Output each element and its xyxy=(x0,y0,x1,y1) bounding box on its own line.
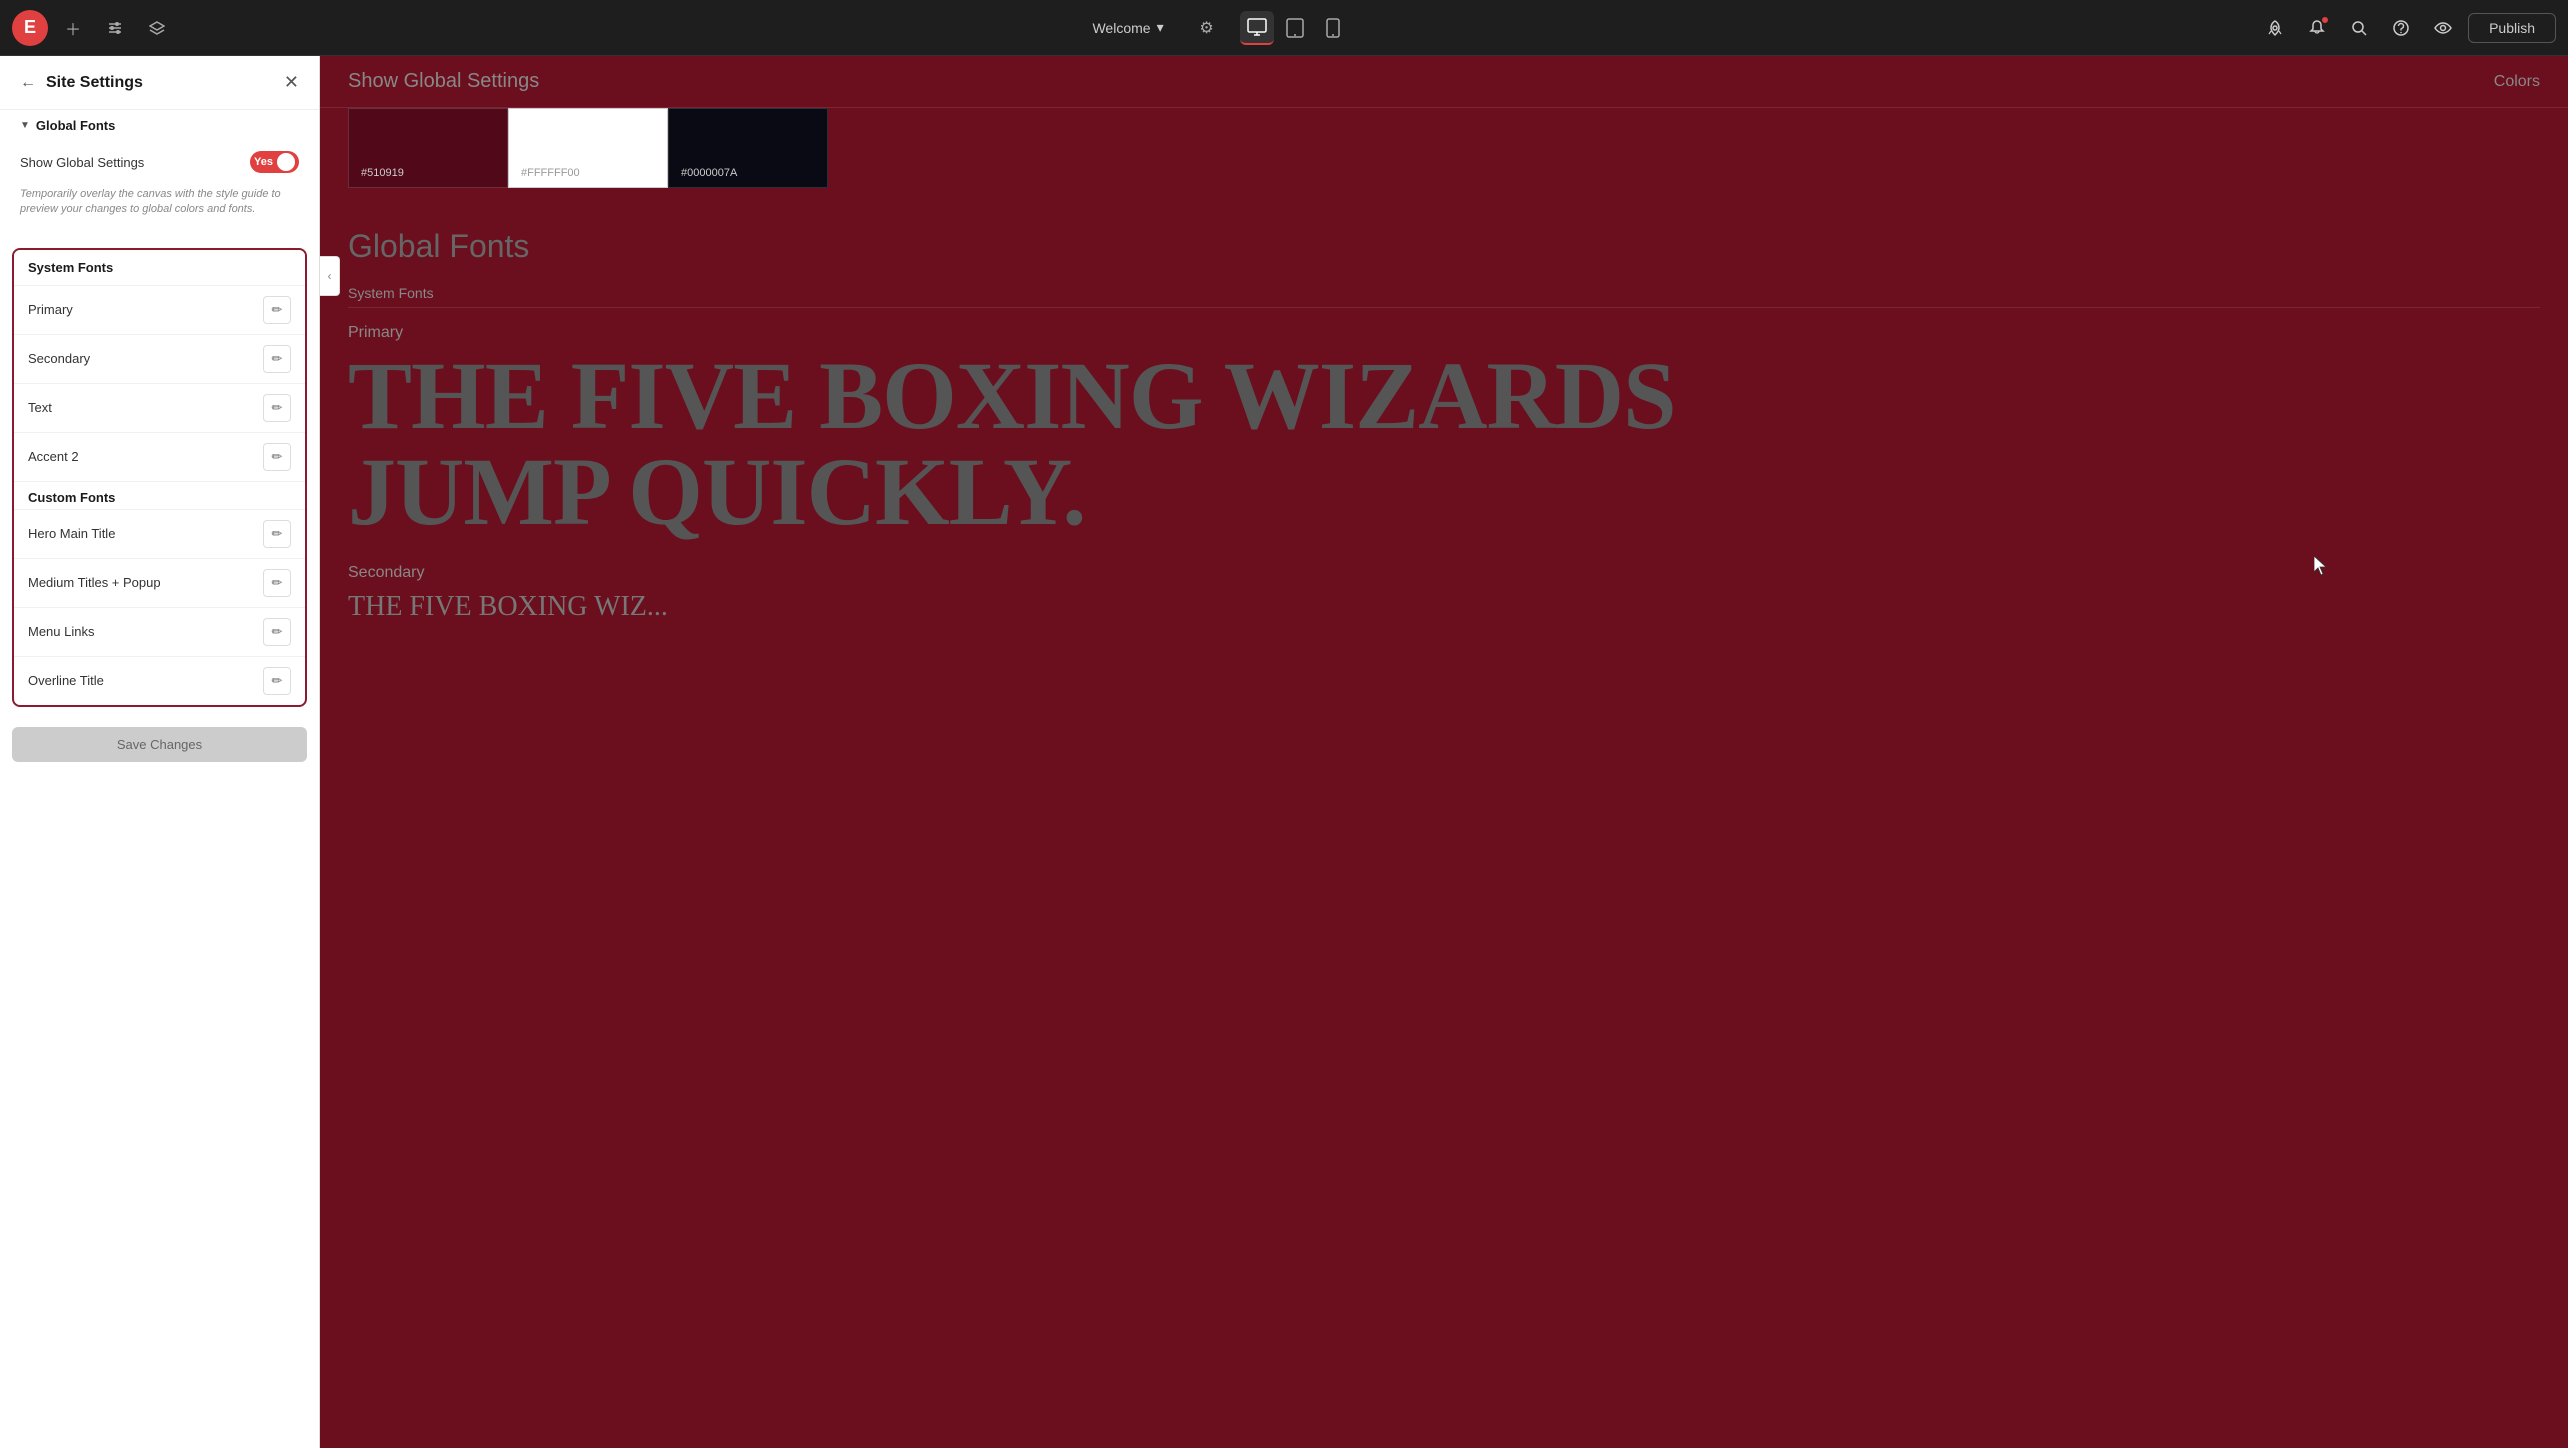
launch-button[interactable] xyxy=(2258,11,2292,45)
font-row-medium-titles: Medium Titles + Popup ✏ xyxy=(14,558,305,607)
topbar: E ＋ Welcome ▾ ⚙ xyxy=(0,0,2568,56)
canvas-primary-label: Primary xyxy=(348,324,2540,342)
tablet-mode-button[interactable] xyxy=(1278,11,1312,45)
font-row-text: Text ✏ xyxy=(14,383,305,432)
toggle-circle xyxy=(277,153,295,171)
question-icon xyxy=(2392,19,2410,37)
finder-button[interactable] xyxy=(98,11,132,45)
font-name-menu-links: Menu Links xyxy=(28,624,94,639)
sidebar-header-left: ← Site Settings xyxy=(20,74,143,92)
elementor-logo[interactable]: E xyxy=(12,10,48,46)
swatch-dark-label: #510919 xyxy=(361,167,404,179)
add-element-button[interactable]: ＋ xyxy=(56,11,90,45)
font-name-hero-main: Hero Main Title xyxy=(28,526,115,541)
font-name-text: Text xyxy=(28,400,52,415)
notifications-button[interactable] xyxy=(2300,11,2334,45)
rocket-icon xyxy=(2266,19,2284,37)
color-swatches-row: #510919 #FFFFFF00 #0000007A xyxy=(320,108,2568,208)
system-fonts-header: System Fonts xyxy=(14,250,305,285)
canvas-area: ‹ Show Global Settings Colors #510919 #F… xyxy=(320,56,2568,1448)
font-row-primary: Primary ✏ xyxy=(14,285,305,334)
font-row-menu-links: Menu Links ✏ xyxy=(14,607,305,656)
sidebar-title: Site Settings xyxy=(46,74,143,92)
canvas-global-fonts-heading: Global Fonts xyxy=(348,228,2540,265)
collapse-arrow-icon: ▼ xyxy=(20,120,30,131)
canvas-secondary-label: Secondary xyxy=(348,564,2540,582)
save-changes-button[interactable]: Save Changes xyxy=(12,727,307,762)
show-global-label: Show Global Settings xyxy=(20,155,144,170)
global-fonts-heading: Global Fonts xyxy=(36,118,115,133)
back-button[interactable]: ← xyxy=(20,74,36,92)
color-swatch-black[interactable]: #0000007A xyxy=(668,108,828,188)
edit-hero-main-button[interactable]: ✏ xyxy=(263,520,291,548)
sidebar-header: ← Site Settings ✕ xyxy=(0,56,319,110)
desktop-mode-button[interactable] xyxy=(1240,11,1274,45)
toggle-yes-label: Yes xyxy=(254,156,273,168)
show-global-toggle[interactable]: Yes xyxy=(250,151,299,173)
swatch-white-label: #FFFFFF00 xyxy=(521,167,580,179)
font-row-overline: Overline Title ✏ xyxy=(14,656,305,705)
edit-secondary-button[interactable]: ✏ xyxy=(263,345,291,373)
mobile-icon xyxy=(1326,18,1340,38)
search-button[interactable] xyxy=(2342,11,2376,45)
layers-icon xyxy=(149,21,165,35)
save-row: Save Changes xyxy=(0,719,319,774)
canvas-system-fonts-label: System Fonts xyxy=(348,285,2540,308)
edit-primary-button[interactable]: ✏ xyxy=(263,296,291,324)
color-swatch-white[interactable]: #FFFFFF00 xyxy=(508,108,668,188)
eye-icon xyxy=(2434,19,2452,37)
colors-link[interactable]: Colors xyxy=(2494,73,2540,91)
edit-menu-links-button[interactable]: ✏ xyxy=(263,618,291,646)
canvas-secondary-sample: THE FIVE BOXING WIZ... xyxy=(348,590,2540,624)
font-name-accent2: Accent 2 xyxy=(28,449,79,464)
sliders-icon xyxy=(107,20,123,36)
color-swatch-dark[interactable]: #510919 xyxy=(348,108,508,188)
global-fonts-section: ▼ Global Fonts Show Global Settings Yes … xyxy=(0,110,319,236)
canvas-primary-sample: THE FIVE BOXING WIZARDSJUMP QUICKLY. xyxy=(348,348,2540,540)
close-sidebar-button[interactable]: ✕ xyxy=(284,72,299,93)
font-name-medium-titles: Medium Titles + Popup xyxy=(28,575,161,590)
font-name-primary: Primary xyxy=(28,302,73,317)
edit-text-button[interactable]: ✏ xyxy=(263,394,291,422)
edit-medium-titles-button[interactable]: ✏ xyxy=(263,569,291,597)
search-icon xyxy=(2350,19,2368,37)
font-row-secondary: Secondary ✏ xyxy=(14,334,305,383)
chevron-down-icon: ▾ xyxy=(1157,19,1164,36)
show-global-settings-row: Show Global Settings Yes xyxy=(0,141,319,183)
font-row-hero-main: Hero Main Title ✏ xyxy=(14,509,305,558)
topbar-right: Publish xyxy=(2246,11,2568,45)
system-fonts-group: System Fonts Primary ✏ Secondary ✏ Text … xyxy=(12,248,307,707)
canvas-header-bar: Show Global Settings Colors xyxy=(320,56,2568,108)
welcome-dropdown[interactable]: Welcome ▾ xyxy=(1082,13,1173,42)
settings-button[interactable]: ⚙ xyxy=(1190,11,1224,45)
custom-fonts-header: Custom Fonts xyxy=(28,490,291,505)
topbar-center: Welcome ▾ ⚙ xyxy=(186,11,2246,45)
font-name-secondary: Secondary xyxy=(28,351,90,366)
canvas-header-title: Show Global Settings xyxy=(348,70,539,93)
canvas-global-fonts-section: Global Fonts System Fonts Primary THE FI… xyxy=(320,208,2568,644)
layers-button[interactable] xyxy=(140,11,174,45)
tablet-icon xyxy=(1286,18,1304,38)
topbar-left: E ＋ xyxy=(0,10,186,46)
device-mode-switcher xyxy=(1240,11,1350,45)
font-row-accent2: Accent 2 ✏ xyxy=(14,432,305,481)
edit-overline-button[interactable]: ✏ xyxy=(263,667,291,695)
mobile-mode-button[interactable] xyxy=(1316,11,1350,45)
main-layout: ← Site Settings ✕ ▼ Global Fonts Show Gl… xyxy=(0,56,2568,1448)
edit-accent2-button[interactable]: ✏ xyxy=(263,443,291,471)
desktop-icon xyxy=(1247,17,1267,37)
help-button[interactable] xyxy=(2384,11,2418,45)
left-sidebar: ← Site Settings ✕ ▼ Global Fonts Show Gl… xyxy=(0,56,320,1448)
notification-dot xyxy=(2321,16,2329,24)
preview-button[interactable] xyxy=(2426,11,2460,45)
swatch-black-label: #0000007A xyxy=(681,167,737,179)
publish-button[interactable]: Publish xyxy=(2468,13,2556,43)
global-fonts-collapse-header[interactable]: ▼ Global Fonts xyxy=(0,110,319,141)
canvas-collapse-handle[interactable]: ‹ xyxy=(320,256,340,296)
font-name-overline: Overline Title xyxy=(28,673,104,688)
toggle-hint-text: Temporarily overlay the canvas with the … xyxy=(0,183,319,228)
